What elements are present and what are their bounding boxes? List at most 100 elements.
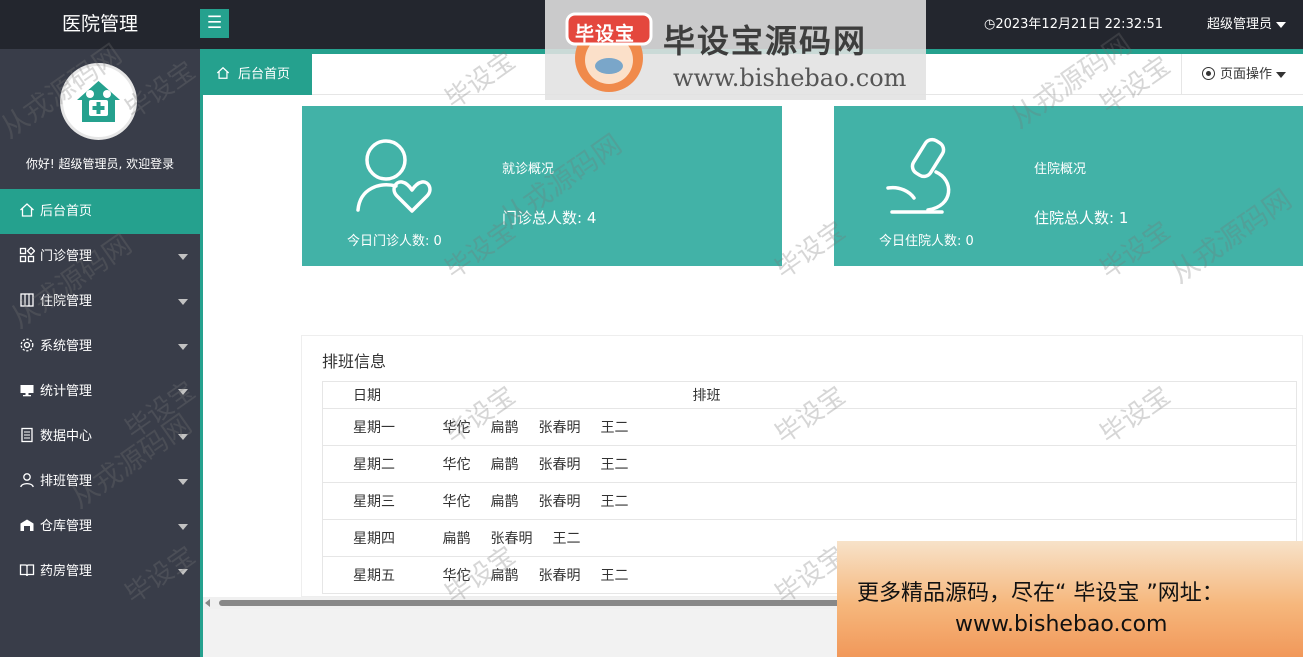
caret-down-icon: [178, 389, 188, 395]
page-operations-label: 页面操作: [1220, 67, 1273, 82]
staff-name: 张春明: [538, 494, 581, 510]
sidebar-item-pharmacy[interactable]: 药房管理: [0, 549, 200, 594]
caret-down-icon: [178, 344, 188, 350]
sidebar-item-label: 排班管理: [40, 474, 93, 489]
staff-cell: 华佗 扁鹊 张春明 王二: [442, 408, 1297, 446]
datetime-display: ◷2023年12月21日 22:32:51: [984, 0, 1163, 49]
staff-name: 张春明: [490, 531, 533, 547]
avatar: [60, 63, 137, 140]
tab-home-label: 后台首页: [238, 67, 291, 82]
staff-name: 华佗: [442, 420, 471, 436]
sidebar-item-scheduling[interactable]: 排班管理: [0, 459, 200, 504]
watermark-banner-line2: www.bishebao.com: [955, 612, 1168, 637]
building-icon: [20, 293, 34, 307]
staff-name: 王二: [600, 568, 629, 584]
hospital-logo-icon: [77, 81, 120, 122]
staff-name: 扁鹊: [490, 568, 519, 584]
sidebar-item-label: 数据中心: [40, 429, 93, 444]
staff-name: 张春明: [538, 420, 581, 436]
table-row: 星期三 华佗 扁鹊 张春明 王二: [322, 482, 1297, 520]
staff-name: 扁鹊: [442, 531, 471, 547]
content-left-border: [200, 95, 203, 657]
sidebar-item-label: 统计管理: [40, 384, 93, 399]
user-menu[interactable]: 超级管理员: [1207, 0, 1287, 49]
caret-down-icon: [178, 254, 188, 260]
outpatient-total-count: 门诊总人数: 4: [502, 209, 597, 227]
staff-name: 王二: [600, 457, 629, 473]
watermark-banner-top: 毕设宝 毕设宝源码网 www.bishebao.com: [545, 0, 926, 100]
target-icon: [1202, 67, 1215, 80]
warehouse-icon: [20, 519, 34, 531]
page-operations-button[interactable]: 页面操作: [1181, 54, 1303, 95]
user-icon: [20, 473, 34, 488]
sidebar-item-system[interactable]: 系统管理: [0, 324, 200, 369]
staff-name: 王二: [552, 531, 581, 547]
watermark-site-name: 毕设宝源码网: [663, 22, 868, 60]
sidebar-item-outpatient[interactable]: 门诊管理: [0, 234, 200, 279]
monitor-icon: [20, 385, 34, 397]
grid-icon: [19, 247, 35, 263]
datetime-text: 2023年12月21日 22:32:51: [995, 17, 1164, 32]
sidebar: 你好! 超级管理员, 欢迎登录 后台首页 门诊管理 住院管理 系统管理 统计管理…: [0, 49, 200, 657]
caret-down-icon: [178, 479, 188, 485]
table-header-row: 日期 排班: [322, 381, 1297, 409]
sidebar-item-inpatient[interactable]: 住院管理: [0, 279, 200, 324]
today-outpatient-count: 今日门诊人数: 0: [347, 234, 442, 249]
sidebar-item-data-center[interactable]: 数据中心: [0, 414, 200, 459]
home-icon: [20, 203, 34, 217]
sidebar-item-label: 药房管理: [40, 564, 93, 579]
caret-down-icon: [178, 524, 188, 530]
caret-down-icon: [1276, 71, 1287, 78]
day-cell: 星期一: [322, 408, 443, 446]
sidebar-item-label: 住院管理: [40, 294, 93, 309]
sidebar-item-label: 门诊管理: [40, 249, 93, 264]
sidebar-item-label: 仓库管理: [40, 519, 93, 534]
column-header-date: 日期: [322, 381, 443, 409]
caret-down-icon: [178, 434, 188, 440]
day-cell: 星期四: [322, 519, 443, 557]
sidebar-item-home[interactable]: 后台首页: [0, 189, 200, 234]
sidebar-item-statistics[interactable]: 统计管理: [0, 369, 200, 414]
inpatient-stat-card: 今日住院人数: 0 住院概况 住院总人数: 1: [834, 106, 1303, 266]
staff-name: 张春明: [538, 457, 581, 473]
book-icon: [19, 564, 35, 577]
staff-name: 王二: [600, 494, 629, 510]
column-header-staff: 排班: [442, 381, 1297, 409]
sidebar-item-label: 后台首页: [40, 204, 93, 219]
today-inpatient-count: 今日住院人数: 0: [879, 234, 974, 249]
user-name: 超级管理员: [1207, 17, 1273, 32]
outpatient-stat-card: 今日门诊人数: 0 就诊概况 门诊总人数: 4: [302, 106, 782, 266]
watermark-site-url: www.bishebao.com: [673, 64, 907, 92]
welcome-text: 你好! 超级管理员, 欢迎登录: [25, 157, 175, 171]
staff-name: 华佗: [442, 494, 471, 510]
table-row: 星期二 华佗 扁鹊 张春明 王二: [322, 445, 1297, 483]
day-cell: 星期五: [322, 556, 443, 594]
inpatient-card-title: 住院概况: [1034, 162, 1087, 177]
watermark-banner-line1: 更多精品源码，尽在“ 毕设宝 ”网址：: [857, 581, 1224, 606]
staff-name: 张春明: [538, 568, 581, 584]
tab-home[interactable]: 后台首页: [200, 54, 312, 95]
staff-name: 王二: [600, 420, 629, 436]
sidebar-item-label: 系统管理: [40, 339, 93, 354]
staff-name: 扁鹊: [490, 494, 519, 510]
sidebar-item-warehouse[interactable]: 仓库管理: [0, 504, 200, 549]
inpatient-total-count: 住院总人数: 1: [1034, 209, 1129, 227]
clock-icon: ◷: [984, 17, 996, 32]
table-row: 星期一 华佗 扁鹊 张春明 王二: [322, 408, 1297, 446]
staff-name: 扁鹊: [490, 420, 519, 436]
sidebar-nav: 后台首页 门诊管理 住院管理 系统管理 统计管理 数据中心 排班管理 仓库管理 …: [0, 189, 200, 594]
gear-icon: [20, 338, 34, 352]
staff-name: 华佗: [442, 457, 471, 473]
caret-down-icon: [178, 299, 188, 305]
app-logo: 医院管理: [61, 13, 138, 35]
staff-cell: 华佗 扁鹊 张春明 王二: [442, 482, 1297, 520]
scroll-left-arrow-icon[interactable]: [205, 599, 210, 607]
staff-cell: 华佗 扁鹊 张春明 王二: [442, 445, 1297, 483]
menu-toggle-button[interactable]: ☰: [200, 9, 229, 38]
day-cell: 星期三: [322, 482, 443, 520]
document-icon: [21, 427, 33, 443]
scrollbar-thumb[interactable]: [219, 600, 919, 606]
caret-down-icon: [1276, 21, 1287, 28]
hamburger-icon: ☰: [206, 13, 223, 33]
day-cell: 星期二: [322, 445, 443, 483]
